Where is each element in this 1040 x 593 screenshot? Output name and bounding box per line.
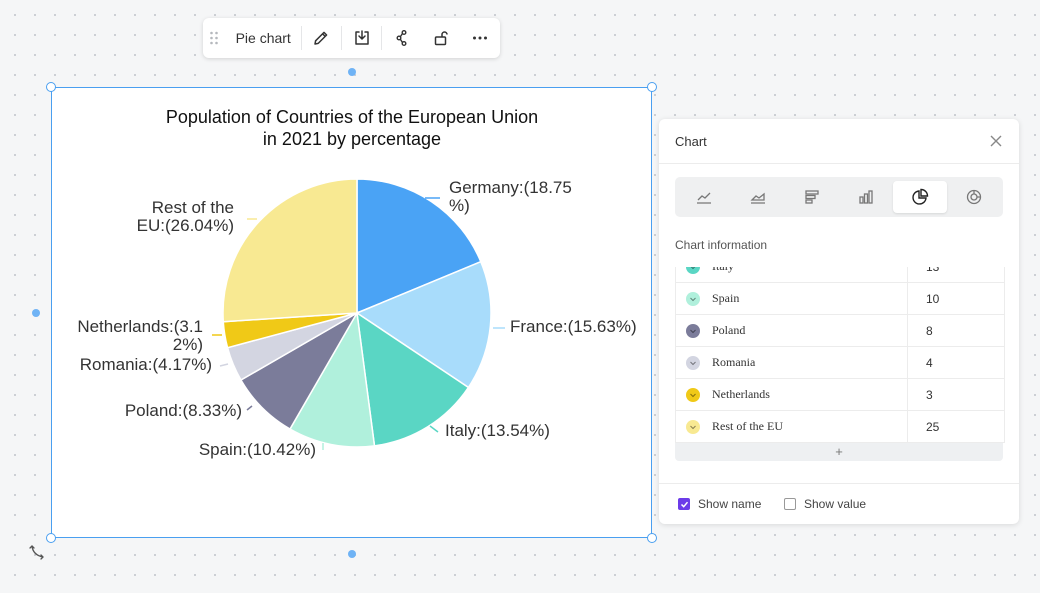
more-button[interactable] <box>461 18 500 58</box>
slice-label-poland: Poland:(8.33%) <box>125 401 242 420</box>
slice-label-netherlands: Netherlands:(3.1 2%) <box>77 317 203 354</box>
rotate-icon[interactable] <box>29 543 47 561</box>
row-name: Spain <box>712 291 740 305</box>
chart-type-selector <box>675 177 1003 217</box>
connect-button[interactable] <box>382 18 421 58</box>
bar-chart-icon <box>805 190 819 204</box>
slice-label-spain: Spain:(10.42%) <box>199 440 316 459</box>
show-name-checkbox[interactable]: Show name <box>678 497 761 511</box>
donut-chart-icon <box>966 189 982 205</box>
slice-label-germany: Germany:(18.75%) <box>449 178 572 215</box>
chart-settings-panel: Chart Chart information Italy 13 Spain 10 Po… <box>659 119 1019 524</box>
chart-type-pie[interactable] <box>893 181 947 213</box>
table-row[interactable]: Italy 13 <box>676 267 1004 283</box>
resize-handle-bottom-left[interactable] <box>46 533 56 543</box>
section-label: Chart information <box>675 238 768 252</box>
color-swatch[interactable] <box>686 323 700 338</box>
drag-handle-icon[interactable] <box>203 31 225 45</box>
color-swatch[interactable] <box>686 267 700 274</box>
top-connector-handle[interactable] <box>348 68 356 76</box>
panel-header: Chart <box>659 119 1019 164</box>
row-value[interactable]: 4 <box>908 356 933 370</box>
area-chart-icon <box>750 192 765 204</box>
checkbox-checked-icon <box>678 498 690 510</box>
close-icon[interactable] <box>989 134 1003 148</box>
label-leader-line <box>219 363 229 367</box>
chart-type-donut[interactable] <box>947 181 1001 213</box>
chart-toolbar: Pie chart <box>203 18 500 58</box>
download-button[interactable] <box>342 18 381 58</box>
panel-title: Chart <box>675 133 707 149</box>
slice-label-italy: Italy:(13.54%) <box>445 421 550 440</box>
data-table: Italy 13 Spain 10 Poland 8 Romania 4 Netherlands… <box>675 267 1005 443</box>
row-name: Netherlands <box>712 387 770 401</box>
row-name-cell[interactable]: Spain <box>676 282 908 315</box>
row-name: Poland <box>712 323 746 337</box>
slice-label-france: France:(15.63%) <box>510 317 637 336</box>
row-name-cell[interactable]: Italy <box>676 267 908 283</box>
lock-button[interactable] <box>422 18 461 58</box>
checkbox-unchecked-icon <box>784 498 796 510</box>
column-chart-icon <box>859 190 873 204</box>
row-name: Romania <box>712 355 756 369</box>
show-value-label: Show value <box>804 497 867 511</box>
slice-label-rest-of-the-eu: Rest of the EU:(26.04%) <box>137 198 234 235</box>
slice-label-romania: Romania:(4.17%) <box>80 355 212 374</box>
chevron-down-icon <box>690 425 696 429</box>
chart-type-line[interactable] <box>677 181 731 213</box>
add-row-button[interactable]: + <box>675 443 1003 461</box>
pencil-icon <box>314 31 328 45</box>
row-value[interactable]: 25 <box>908 420 939 434</box>
show-value-checkbox[interactable]: Show value <box>784 497 866 511</box>
left-connector-handle[interactable] <box>32 309 40 317</box>
chart-type-bar[interactable] <box>785 181 839 213</box>
chart-type-area[interactable] <box>731 181 785 213</box>
row-name-cell[interactable]: Netherlands <box>676 378 908 411</box>
table-row[interactable]: Poland 8 <box>676 314 1004 347</box>
pie-chart: Germany:(18.75 %) France:(15.63%) Italy:(13… <box>77 178 637 459</box>
row-name: Rest of the EU <box>712 419 783 433</box>
pie-slice-rest-of-the-eu <box>222 178 358 323</box>
row-name-cell[interactable]: Romania <box>676 346 908 379</box>
more-icon <box>473 36 488 40</box>
resize-handle-top-right[interactable] <box>647 82 657 92</box>
row-value[interactable]: 10 <box>908 292 939 306</box>
color-swatch[interactable] <box>686 355 700 370</box>
show-name-label: Show name <box>698 497 762 511</box>
row-name: Italy <box>712 267 734 274</box>
row-value[interactable]: 3 <box>908 388 933 402</box>
pie-chart-icon <box>912 188 929 205</box>
table-row[interactable]: Romania 4 <box>676 346 1004 379</box>
row-value[interactable]: 8 <box>908 324 933 338</box>
table-row[interactable]: Netherlands 3 <box>676 378 1004 411</box>
row-name-cell[interactable]: Rest of the EU <box>676 410 908 443</box>
chevron-down-icon <box>690 297 696 301</box>
color-swatch[interactable] <box>686 419 700 434</box>
edit-button[interactable] <box>302 18 341 58</box>
table-row[interactable]: Rest of the EU 25 <box>676 410 1004 443</box>
resize-handle-bottom-right[interactable] <box>647 533 657 543</box>
label-leader-line <box>246 405 253 411</box>
chevron-down-icon <box>690 393 696 397</box>
chart-type-column[interactable] <box>839 181 893 213</box>
chevron-down-icon <box>690 329 696 333</box>
bottom-connector-handle[interactable] <box>348 550 356 558</box>
color-swatch[interactable] <box>686 291 700 306</box>
chevron-down-icon <box>690 361 696 365</box>
table-row[interactable]: Spain 10 <box>676 282 1004 315</box>
chart-type-label[interactable]: Pie chart <box>225 30 301 46</box>
color-swatch[interactable] <box>686 387 700 402</box>
label-leader-line <box>429 425 439 433</box>
connect-icon <box>396 30 407 46</box>
download-icon <box>354 30 369 45</box>
row-value[interactable]: 13 <box>908 267 939 274</box>
pie-chart-widget[interactable]: Population of Countries of the European … <box>51 87 652 538</box>
line-chart-icon <box>697 192 711 204</box>
unlock-icon <box>434 31 448 46</box>
resize-handle-top-left[interactable] <box>46 82 56 92</box>
chevron-down-icon <box>691 267 695 269</box>
row-name-cell[interactable]: Poland <box>676 314 908 347</box>
